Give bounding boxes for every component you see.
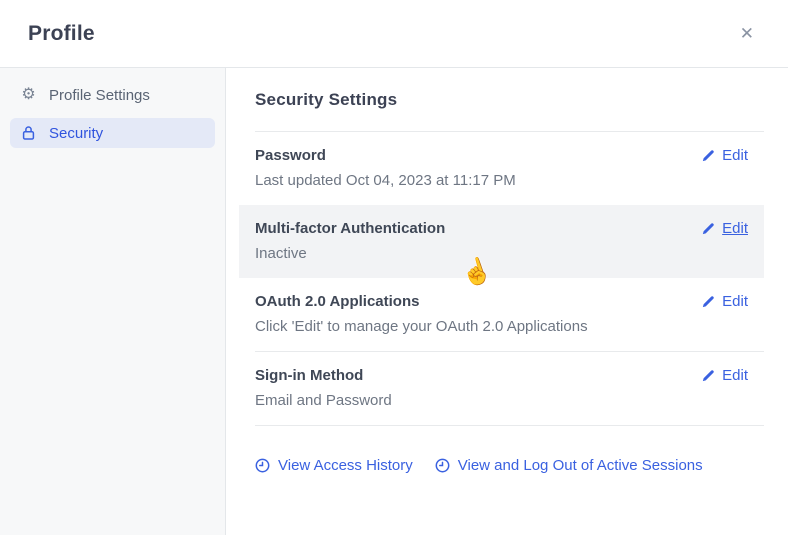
footer-links: View Access History View and Log Out of … — [255, 457, 764, 474]
setting-title: Password — [255, 145, 516, 167]
setting-title: Multi-factor Authentication — [255, 218, 445, 240]
setting-subtitle: Email and Password — [255, 390, 392, 412]
setting-title: OAuth 2.0 Applications — [255, 291, 588, 313]
setting-row-password: Password Last updated Oct 04, 2023 at 11… — [239, 132, 764, 205]
clock-icon — [435, 458, 450, 473]
sidebar-item-label: Security — [49, 125, 103, 142]
edit-label: Edit — [722, 218, 748, 240]
link-label: View and Log Out of Active Sessions — [458, 457, 703, 474]
profile-modal: Profile ✕ ⚙ Profile Settings Security Se… — [0, 0, 788, 535]
divider — [255, 425, 764, 426]
edit-signin-method-button[interactable]: Edit — [701, 365, 748, 387]
view-access-history-link[interactable]: View Access History — [255, 457, 413, 474]
pencil-icon — [701, 295, 715, 309]
sidebar-item-profile-settings[interactable]: ⚙ Profile Settings — [10, 80, 215, 110]
link-label: View Access History — [278, 457, 413, 474]
edit-label: Edit — [722, 291, 748, 313]
sidebar-item-label: Profile Settings — [49, 87, 150, 104]
page-title: Profile — [28, 22, 95, 46]
setting-subtitle: Click 'Edit' to manage your OAuth 2.0 Ap… — [255, 316, 588, 338]
edit-mfa-button[interactable]: Edit — [701, 218, 748, 240]
setting-row-oauth: OAuth 2.0 Applications Click 'Edit' to m… — [239, 278, 764, 351]
section-heading: Security Settings — [255, 90, 764, 110]
edit-password-button[interactable]: Edit — [701, 145, 748, 167]
close-icon[interactable]: ✕ — [736, 21, 758, 46]
setting-title: Sign-in Method — [255, 365, 392, 387]
security-settings-panel: Security Settings Password Last updated … — [226, 68, 788, 535]
settings-list: Password Last updated Oct 04, 2023 at 11… — [239, 131, 764, 426]
lock-icon — [20, 125, 37, 141]
setting-subtitle: Last updated Oct 04, 2023 at 11:17 PM — [255, 170, 516, 192]
modal-header: Profile ✕ — [0, 0, 788, 68]
edit-label: Edit — [722, 145, 748, 167]
gear-icon: ⚙ — [20, 87, 37, 103]
pencil-icon — [701, 222, 715, 236]
sidebar-item-security[interactable]: Security — [10, 118, 215, 148]
edit-label: Edit — [722, 365, 748, 387]
setting-subtitle: Inactive — [255, 243, 445, 265]
setting-row-mfa: Multi-factor Authentication Inactive Edi… — [239, 205, 764, 278]
edit-oauth-button[interactable]: Edit — [701, 291, 748, 313]
sidebar: ⚙ Profile Settings Security — [0, 68, 226, 535]
setting-row-signin-method: Sign-in Method Email and Password Edit — [239, 352, 764, 425]
pencil-icon — [701, 369, 715, 383]
clock-icon — [255, 458, 270, 473]
view-active-sessions-link[interactable]: View and Log Out of Active Sessions — [435, 457, 703, 474]
pencil-icon — [701, 149, 715, 163]
